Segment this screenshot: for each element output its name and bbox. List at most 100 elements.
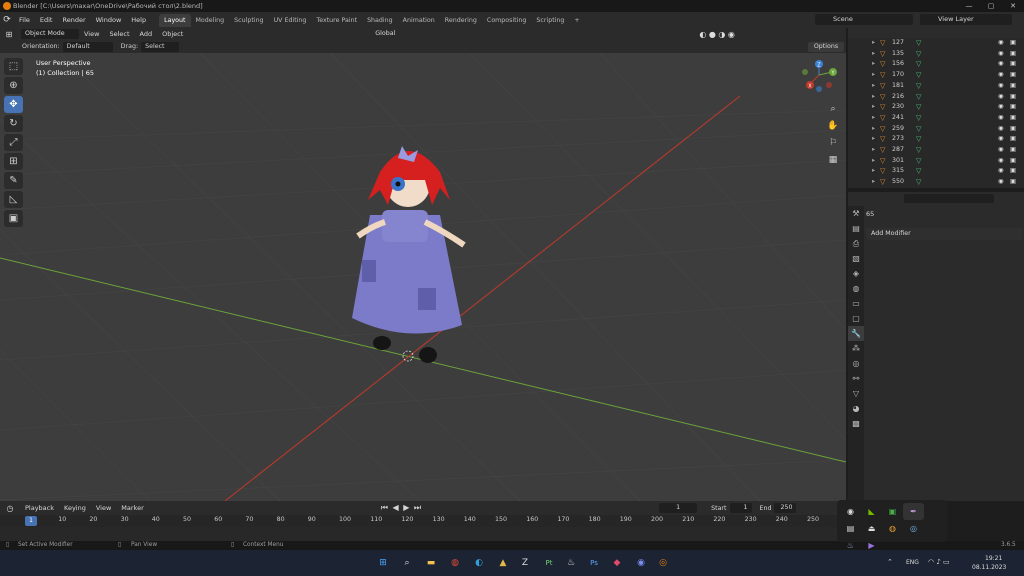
render-camera-icon[interactable]: ▣	[1010, 124, 1016, 135]
tab-rendering[interactable]: Rendering	[440, 14, 482, 27]
tray-chevron-icon[interactable]: ⌃	[887, 558, 893, 566]
menu-help[interactable]: Help	[126, 16, 151, 24]
visibility-eye-icon[interactable]: ◉	[998, 124, 1004, 135]
wifi-volume-battery-icon[interactable]: ◠ ♪ ▭	[928, 558, 950, 566]
menu-object[interactable]: Object	[157, 30, 188, 38]
tab-compositing[interactable]: Compositing	[482, 14, 531, 27]
browser-icon[interactable]: ◆	[608, 554, 626, 572]
zbrush-icon[interactable]: Z	[516, 554, 534, 572]
scene-tab-icon[interactable]: ◈	[848, 266, 864, 281]
scene-selector[interactable]: Scene	[815, 14, 913, 25]
discord-tray-icon[interactable]: ◉	[840, 503, 861, 520]
constraints-tab-icon[interactable]: ⚯	[848, 371, 864, 386]
search-icon[interactable]: ⌕	[398, 554, 416, 572]
outliner-row[interactable]: ▸ ▽ 241 ▽ ◉ ▣	[848, 113, 1024, 124]
gpu-tray-icon[interactable]: ▣	[882, 503, 903, 520]
menu-window[interactable]: Window	[91, 16, 127, 24]
navigation-gizmo[interactable]: Z Y X	[802, 60, 837, 92]
view-layer-tab-icon[interactable]: ▧	[848, 251, 864, 266]
zoom-icon[interactable]: ⌕	[826, 102, 840, 116]
outliner-row[interactable]: ▸ ▽ 170 ▽ ◉ ▣	[848, 70, 1024, 81]
render-camera-icon[interactable]: ▣	[1010, 113, 1016, 124]
transform-tool-icon[interactable]: ⊞	[4, 153, 23, 170]
expand-arrow-icon[interactable]: ▸	[872, 59, 875, 70]
menu-view[interactable]: View	[79, 30, 104, 38]
outliner-row[interactable]: ▸ ▽ 181 ▽ ◉ ▣	[848, 81, 1024, 92]
object-tab-icon[interactable]: ▢	[848, 311, 864, 326]
playhead[interactable]: 1	[25, 516, 37, 526]
start-frame-field[interactable]: 1	[729, 503, 752, 513]
measure-tool-icon[interactable]: ◺	[4, 191, 23, 208]
menu-timeline-view[interactable]: View	[91, 504, 116, 512]
menu-keying[interactable]: Keying	[59, 504, 91, 512]
render-camera-icon[interactable]: ▣	[1010, 49, 1016, 60]
tab-scripting[interactable]: Scripting	[531, 14, 569, 27]
render-camera-icon[interactable]: ▣	[1010, 145, 1016, 156]
visibility-eye-icon[interactable]: ◉	[998, 102, 1004, 113]
visibility-eye-icon[interactable]: ◉	[998, 70, 1004, 81]
chrome-tray-icon[interactable]: ◍	[882, 520, 903, 537]
material-tab-icon[interactable]: ◕	[848, 401, 864, 416]
add-modifier-button[interactable]: Add Modifier	[866, 228, 1022, 240]
camera-view-icon[interactable]: ⚐	[826, 136, 840, 150]
move-tool-icon[interactable]: ✥	[4, 96, 23, 113]
render-camera-icon[interactable]: ▣	[1010, 70, 1016, 81]
expand-arrow-icon[interactable]: ▸	[872, 92, 875, 103]
3d-viewport[interactable]: Z Y X	[0, 53, 846, 501]
browser-tray-icon[interactable]: ◎	[903, 520, 924, 537]
expand-arrow-icon[interactable]: ▸	[872, 145, 875, 156]
texture-tab-icon[interactable]: ▩	[848, 416, 864, 431]
visibility-eye-icon[interactable]: ◉	[998, 38, 1004, 49]
outliner-row[interactable]: ▸ ▽ 216 ▽ ◉ ▣	[848, 92, 1024, 103]
app-tray-icon[interactable]: ▤	[840, 520, 861, 537]
viewport-canvas[interactable]: Z Y X	[0, 53, 846, 501]
menu-add[interactable]: Add	[135, 30, 158, 38]
file-explorer-icon[interactable]: ▬	[422, 554, 440, 572]
view-layer-selector[interactable]: View Layer	[920, 14, 1012, 25]
drag-dropdown[interactable]: Select Box	[141, 41, 180, 60]
visibility-eye-icon[interactable]: ◉	[998, 59, 1004, 70]
outliner-row[interactable]: ▸ ▽ 550 ▽ ◉ ▣	[848, 177, 1024, 188]
outliner-row[interactable]: ▸ ▽ 315 ▽ ◉ ▣	[848, 166, 1024, 177]
tab-layout[interactable]: Layout	[159, 13, 191, 27]
render-camera-icon[interactable]: ▣	[1010, 102, 1016, 113]
render-camera-icon[interactable]: ▣	[1010, 81, 1016, 92]
menu-edit[interactable]: Edit	[35, 16, 58, 24]
menu-file[interactable]: File	[14, 16, 35, 24]
language-indicator[interactable]: ENG	[906, 559, 919, 566]
render-camera-icon[interactable]: ▣	[1010, 156, 1016, 167]
collection-tab-icon[interactable]: ▭	[848, 296, 864, 311]
cursor-tool-icon[interactable]: ⊕	[4, 77, 23, 94]
annotate-tool-icon[interactable]: ✎	[4, 172, 23, 189]
physics-tab-icon[interactable]: ◎	[848, 356, 864, 371]
discord-icon[interactable]: ◉	[632, 554, 650, 572]
minimize-button[interactable]: —	[958, 0, 980, 12]
app-icon[interactable]: ◐	[470, 554, 488, 572]
visibility-eye-icon[interactable]: ◉	[998, 49, 1004, 60]
app2-icon[interactable]: ▲	[494, 554, 512, 572]
outliner-row[interactable]: ▸ ▽ 301 ▽ ◉ ▣	[848, 156, 1024, 167]
editor-type-icon[interactable]: ⊞	[0, 30, 18, 39]
orientation-dropdown[interactable]: Default	[62, 41, 113, 52]
expand-arrow-icon[interactable]: ▸	[872, 124, 875, 135]
timeline-ruler[interactable]: 1102030405060708090100110120130140150160…	[0, 515, 846, 527]
shading-modes-icon[interactable]: ◐ ● ◑ ◉	[699, 30, 735, 39]
steam-icon[interactable]: ♨	[562, 554, 580, 572]
expand-arrow-icon[interactable]: ▸	[872, 166, 875, 177]
character-model[interactable]	[352, 146, 466, 363]
menu-playback[interactable]: Playback	[20, 504, 59, 512]
close-button[interactable]: ✕	[1002, 0, 1024, 12]
outliner-row[interactable]: ▸ ▽ 135 ▽ ◉ ▣	[848, 49, 1024, 60]
outliner-row[interactable]: ▸ ▽ 273 ▽ ◉ ▣	[848, 134, 1024, 145]
tab-animation[interactable]: Animation	[398, 14, 440, 27]
transform-orientation-dropdown[interactable]: Global	[371, 29, 399, 39]
chrome-icon[interactable]: ◍	[446, 554, 464, 572]
outliner-row[interactable]: ▸ ▽ 259 ▽ ◉ ▣	[848, 124, 1024, 135]
render-tab-icon[interactable]: ▤	[848, 221, 864, 236]
tab-texture-paint[interactable]: Texture Paint	[311, 14, 362, 27]
visibility-eye-icon[interactable]: ◉	[998, 92, 1004, 103]
nvidia-tray-icon[interactable]: ◣	[861, 503, 882, 520]
add-workspace-button[interactable]: +	[569, 14, 584, 27]
usb-tray-icon[interactable]: ⏏	[861, 520, 882, 537]
tab-uv-editing[interactable]: UV Editing	[269, 14, 312, 27]
